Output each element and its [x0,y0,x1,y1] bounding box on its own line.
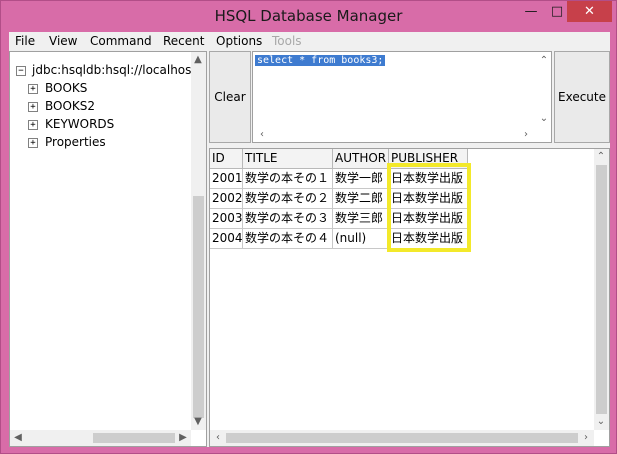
sql-editor[interactable]: select * from books3; ⌃ ⌄ ‹ › [252,51,552,143]
tree-vscroll-thumb[interactable] [193,196,204,418]
table-cell[interactable]: 2004 [210,229,243,249]
tree-vertical-scrollbar[interactable]: ▲ ▼ [191,52,206,430]
menu-options[interactable]: Options [216,34,262,48]
table-cell[interactable]: 日本数学出版 [389,189,468,209]
up-arrow-icon[interactable]: ▲ [191,53,205,67]
column-header-author[interactable]: AUTHOR [333,149,389,169]
down-arrow-icon[interactable]: ▼ [191,415,205,429]
table-cell[interactable]: 数学の本その１ [243,169,333,189]
table-cell[interactable]: 2003 [210,209,243,229]
table-cell[interactable]: 日本数学出版 [389,229,468,249]
table-cell[interactable]: 2002 [210,189,243,209]
tree-item-books[interactable]: BOOKS [45,81,87,95]
clear-button[interactable]: Clear [209,51,251,143]
execute-button[interactable]: Execute [554,51,610,143]
menu-bar: File View Command Recent Options Tools [9,32,610,51]
left-arrow-icon[interactable]: ‹ [255,128,269,142]
client-area: File View Command Recent Options Tools −… [9,32,610,447]
table-cell[interactable]: 数学の本その２ [243,189,333,209]
menu-recent[interactable]: Recent [163,34,204,48]
expand-icon[interactable]: + [28,102,38,112]
tree-hscroll-thumb[interactable] [93,433,175,443]
right-arrow-icon[interactable]: › [519,128,533,142]
expand-icon[interactable]: + [28,120,38,130]
tree-item-keywords[interactable]: KEYWORDS [45,117,114,131]
table-cell[interactable]: 日本数学出版 [389,169,468,189]
left-arrow-icon[interactable]: ◀ [11,431,25,445]
left-arrow-icon[interactable]: ‹ [211,431,225,445]
table-cell[interactable]: 数学三郎 [333,209,389,229]
collapse-icon[interactable]: − [16,66,26,76]
tree-item-properties[interactable]: Properties [45,135,106,149]
table-cell[interactable]: 日本数学出版 [389,209,468,229]
sql-query-text[interactable]: select * from books3; [255,55,386,66]
column-header-publisher[interactable]: PUBLISHER [389,149,468,169]
close-button[interactable]: ✕ [567,1,612,22]
results-vscroll-thumb[interactable] [596,165,607,414]
results-vertical-scrollbar[interactable]: ⌃ ⌄ [594,149,609,430]
right-arrow-icon[interactable]: ▶ [176,431,190,445]
minimize-button[interactable]: — [518,1,544,22]
table-cell[interactable]: 2001 [210,169,243,189]
expand-icon[interactable]: + [28,138,38,148]
column-header-title[interactable]: TITLE [243,149,333,169]
results-hscroll-thumb[interactable] [226,433,578,443]
right-arrow-icon[interactable]: › [579,431,593,445]
menu-command[interactable]: Command [90,34,152,48]
menu-view[interactable]: View [49,34,77,48]
table-cell[interactable]: (null) [333,229,389,249]
tree-root-connection[interactable]: jdbc:hsqldb:hsql://localhost/ [32,63,200,77]
down-arrow-icon[interactable]: ⌄ [537,112,551,126]
up-arrow-icon[interactable]: ⌃ [537,54,551,68]
tree-item-books2[interactable]: BOOKS2 [45,99,95,113]
menu-tools: Tools [272,34,302,48]
column-header-id[interactable]: ID [210,149,243,169]
title-bar[interactable]: HSQL Database Manager — □ ✕ [1,1,616,32]
table-cell[interactable]: 数学一郎 [333,169,389,189]
app-window: HSQL Database Manager — □ ✕ File View Co… [0,0,617,454]
table-cell[interactable]: 数学の本その４ [243,229,333,249]
menu-file[interactable]: File [15,34,35,48]
results-horizontal-scrollbar[interactable]: ‹ › [210,430,594,446]
table-cell[interactable]: 数学の本その３ [243,209,333,229]
expand-icon[interactable]: + [28,84,38,94]
table-cell[interactable]: 数学二郎 [333,189,389,209]
tree-horizontal-scrollbar[interactable]: ◀ ▶ [10,430,191,446]
results-table[interactable]: ID TITLE AUTHOR PUBLISHER 2001 数学の本その１ 数… [209,148,610,447]
database-tree-panel[interactable]: − jdbc:hsqldb:hsql://localhost/ + BOOKS … [9,51,207,447]
down-arrow-icon[interactable]: ⌄ [594,415,608,429]
up-arrow-icon[interactable]: ⌃ [594,150,608,164]
